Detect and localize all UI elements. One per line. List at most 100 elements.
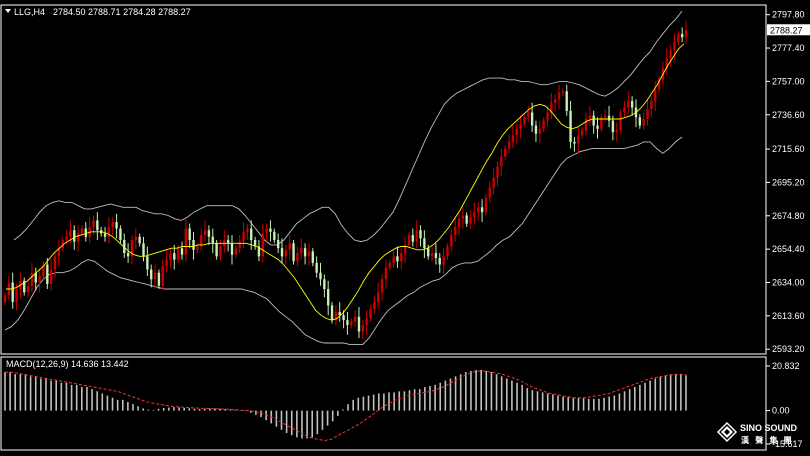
candle-body	[434, 253, 438, 258]
candle-body	[73, 230, 76, 242]
candle-body	[615, 130, 618, 133]
candle-body	[592, 115, 595, 126]
candle-body	[269, 228, 272, 232]
candle-body	[142, 243, 145, 257]
candle-body	[11, 282, 14, 303]
candle-body	[53, 256, 57, 270]
candle-body	[500, 156, 503, 167]
candle-body	[561, 91, 565, 93]
candle-body	[377, 292, 380, 303]
price-tick-label: 2674.80	[772, 211, 805, 221]
candle-body	[184, 228, 188, 255]
candle-body	[250, 228, 253, 240]
candle-body	[461, 215, 465, 219]
candle-body	[350, 321, 353, 326]
candle-body	[346, 320, 349, 326]
candle-body	[450, 235, 453, 247]
candle-body	[69, 230, 72, 237]
candle-body	[557, 92, 561, 100]
candle-body	[584, 119, 588, 131]
price-tick-label: 2715.60	[772, 144, 805, 154]
candle-body	[630, 101, 634, 108]
candle-body	[180, 248, 184, 255]
price-tick-label: 2695.20	[772, 177, 805, 187]
macd-tick-label: 20.832	[772, 361, 800, 371]
current-price-label: 2788.27	[770, 25, 803, 35]
candle-body	[488, 187, 491, 198]
candle-body	[465, 215, 468, 224]
chart-header: LLG,H4 2784.50 2788.71 2784.28 2788.27	[5, 7, 191, 17]
candle-body	[353, 316, 357, 322]
candle-body	[219, 246, 222, 257]
candle-body	[380, 279, 384, 293]
candle-body	[503, 148, 507, 157]
price-tick-label: 2736.60	[772, 110, 805, 120]
price-tick-label: 2654.40	[772, 244, 805, 254]
candle	[292, 239, 295, 265]
candle-body	[438, 257, 441, 265]
candle-body	[538, 128, 541, 134]
candle-body	[646, 109, 649, 120]
candle-body	[384, 267, 388, 280]
candle-body	[119, 228, 122, 240]
macd-label: MACD(12,26,9) 14.636 13.442	[6, 359, 129, 369]
candle-body	[419, 230, 422, 239]
candle-body	[673, 42, 676, 51]
logo-brand-cn: 漢 聲 集 團	[741, 435, 794, 445]
candle-body	[519, 123, 522, 129]
candle-body	[654, 89, 657, 102]
candle-body	[523, 117, 526, 124]
candle-body	[192, 239, 195, 250]
candle-body	[146, 256, 149, 270]
candle-body	[496, 166, 499, 178]
candle-body	[534, 125, 538, 134]
candle-body	[400, 253, 403, 262]
price-tick-label: 2613.60	[772, 311, 805, 321]
candle-body	[326, 289, 330, 306]
candle-body	[480, 207, 484, 213]
candle-body	[546, 112, 549, 121]
candle-body	[446, 246, 449, 257]
candle-body	[423, 238, 426, 249]
candle-body	[211, 236, 214, 244]
candle-body	[30, 272, 34, 286]
candle-body	[230, 243, 234, 255]
candle-body	[15, 289, 18, 303]
candle-body	[357, 316, 361, 332]
candle-body	[26, 285, 30, 293]
candle-body	[188, 228, 191, 240]
candle-body	[280, 248, 284, 257]
candle-body	[469, 217, 472, 224]
candle-body	[103, 233, 107, 237]
candle-body	[442, 256, 445, 265]
candle-body	[515, 128, 518, 136]
candle-body	[411, 235, 415, 242]
candle-body	[238, 241, 241, 249]
candle-body	[588, 115, 592, 120]
candle-body	[530, 112, 534, 126]
candle-body	[330, 305, 334, 321]
candle-body	[296, 253, 299, 262]
candle-body	[203, 230, 207, 236]
candle-body	[173, 253, 176, 260]
candle-body	[477, 207, 480, 213]
candle-body	[265, 228, 268, 234]
price-tick-label: 2797.80	[772, 10, 805, 20]
candle-body	[165, 259, 168, 267]
trading-chart: 2797.80 2777.40 2757.00 2736.60 2715.60 2695.…	[0, 0, 810, 456]
candle-body	[392, 256, 395, 263]
candle	[619, 109, 622, 134]
candle-body	[484, 197, 488, 213]
candle-body	[507, 141, 511, 149]
candle-body	[619, 112, 622, 131]
ohlc-label: 2784.50 2788.71 2784.28 2788.27	[53, 7, 191, 17]
candle-body	[569, 110, 572, 142]
candle-body	[473, 212, 476, 218]
candle-body	[126, 253, 130, 257]
candle-body	[196, 246, 199, 250]
candle-body	[669, 50, 672, 59]
candle-body	[242, 231, 245, 242]
candle-body	[542, 120, 545, 129]
candle-body	[80, 228, 84, 234]
candle-body	[38, 275, 41, 283]
